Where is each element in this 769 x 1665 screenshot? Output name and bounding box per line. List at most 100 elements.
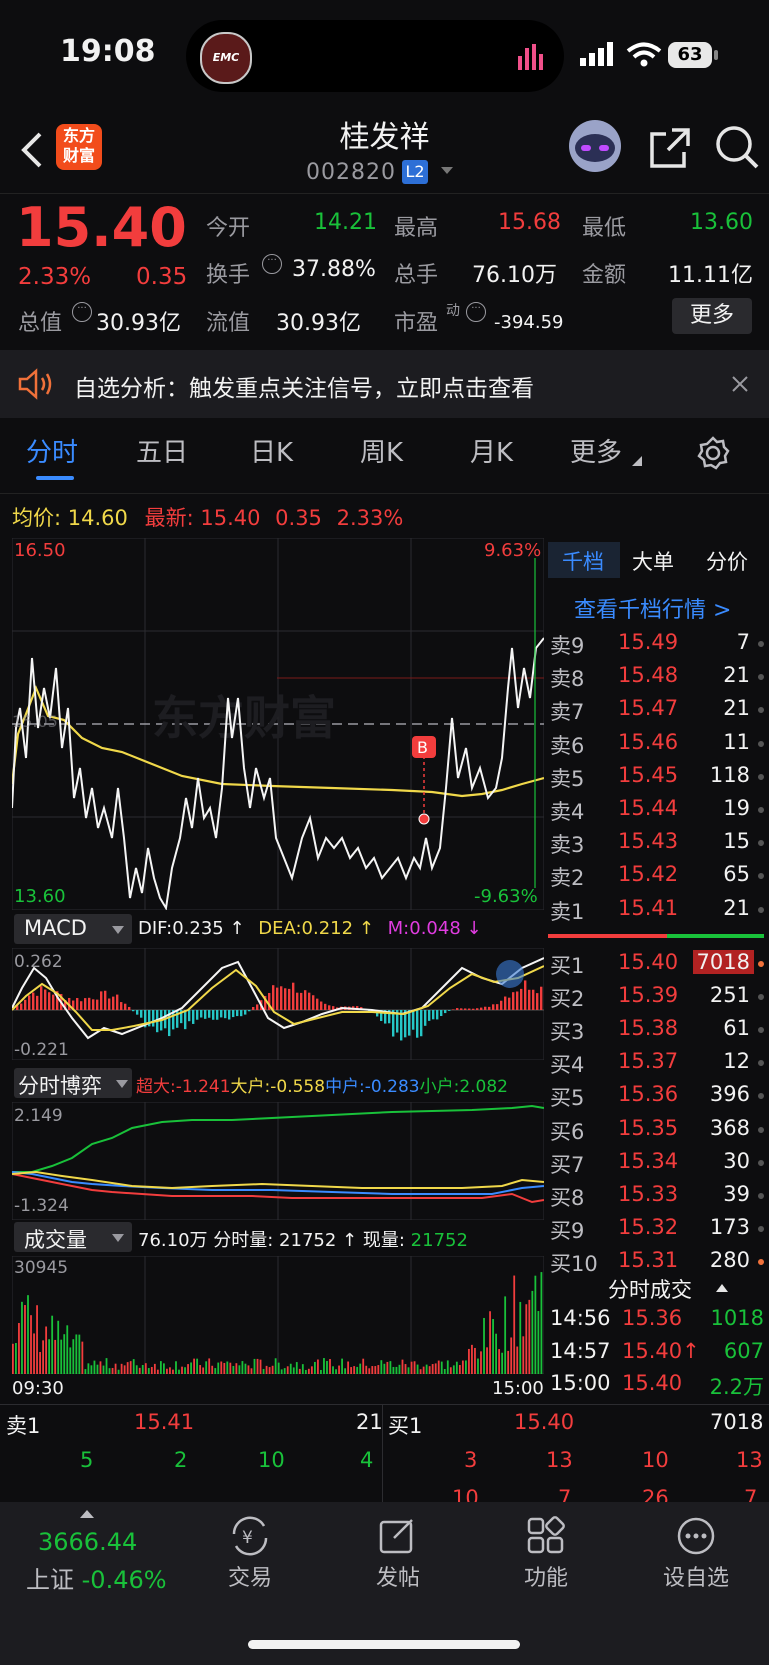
bid-level-label: 买3 — [550, 1020, 585, 1045]
volume-bar — [289, 1363, 292, 1374]
bid-row[interactable]: 买2 15.39 251 — [548, 983, 764, 1013]
axis-top-pct: 9.63% — [484, 540, 542, 561]
axis-bottom-pct: -9.63% — [474, 886, 538, 907]
tab-intraday[interactable]: 分时 — [26, 432, 78, 469]
signal-banner[interactable]: 自选分析：触发重点关注信号，立即点击查看 — [0, 350, 769, 418]
ask-price: 15.41 — [618, 895, 679, 920]
stock-code: 002820 — [306, 160, 396, 185]
ask-row[interactable]: 卖2 15.42 65 — [548, 862, 764, 892]
close-icon[interactable] — [732, 376, 748, 392]
fund-flow-chart[interactable] — [12, 1102, 544, 1220]
nav-post[interactable]: 发帖 — [338, 1560, 458, 1592]
post-icon[interactable] — [378, 1516, 418, 1556]
info-dots-icon[interactable]: ··· — [262, 254, 282, 274]
macd-bar — [116, 994, 119, 1010]
open-label: 今开 — [206, 216, 251, 241]
macd-chart[interactable] — [12, 948, 544, 1060]
macd-bar — [208, 1010, 211, 1018]
tab-five-day[interactable]: 五日 — [136, 432, 188, 469]
level-dot-icon — [758, 740, 764, 747]
volume-bar — [540, 1272, 543, 1374]
level2-badge[interactable]: L2 — [402, 160, 428, 184]
level-dot-icon — [758, 1225, 764, 1232]
bid-row[interactable]: 买8 15.33 39 — [548, 1182, 764, 1212]
macd-bar — [324, 1003, 327, 1010]
macd-bar — [252, 1007, 255, 1010]
latest-value: 15.40 — [200, 506, 261, 530]
volume-bar — [27, 1295, 29, 1374]
ticks-title[interactable]: 分时成交 — [608, 1274, 692, 1304]
ai-bubble-icon[interactable] — [496, 960, 524, 988]
info-dots-icon[interactable]: ··· — [466, 302, 486, 322]
macd-bar — [436, 1010, 439, 1020]
volume-bar — [117, 1369, 120, 1374]
more-button[interactable]: 更多 — [672, 298, 752, 334]
volume-bar — [159, 1361, 162, 1374]
volume-bar — [54, 1339, 57, 1374]
volume-bar — [419, 1369, 422, 1374]
bid-row[interactable]: 买7 15.34 30 — [548, 1149, 764, 1179]
ask-row[interactable]: 卖4 15.44 19 — [548, 796, 764, 826]
queue-ask-order: 2 — [174, 1448, 188, 1472]
volume-bar — [253, 1358, 256, 1374]
ask-row[interactable]: 卖5 15.45 118 — [548, 763, 764, 793]
info-dots-icon[interactable]: ··· — [72, 302, 92, 322]
orderbook-tab-bigorders[interactable]: 大单 — [632, 546, 674, 576]
volume-bar — [268, 1367, 271, 1374]
macd-selector[interactable]: MACD — [14, 914, 132, 944]
intraday-price-chart[interactable]: 东方财富 B — [12, 538, 544, 910]
volume-bar — [93, 1360, 96, 1374]
orderbook-tab-byprice[interactable]: 分价 — [706, 546, 748, 576]
game-selector[interactable]: 分时博弈 — [14, 1068, 132, 1098]
volume-bar — [138, 1367, 141, 1374]
volume-chart[interactable] — [12, 1256, 544, 1374]
volume-selector[interactable]: 成交量 — [14, 1222, 132, 1252]
ask-row[interactable]: 卖6 15.46 11 — [548, 730, 764, 760]
tab-more[interactable]: 更多 — [570, 432, 622, 469]
nav-functions[interactable]: 功能 — [486, 1560, 606, 1592]
ask-row[interactable]: 卖9 15.49 7 — [548, 630, 764, 660]
bid-row[interactable]: 买6 15.35 368 — [548, 1116, 764, 1146]
queue-bid-order: 13 — [546, 1448, 573, 1472]
bid-row[interactable]: 买1 15.40 7018 — [548, 950, 764, 980]
macd-m: M:0.048 ↓ — [387, 918, 482, 939]
depth-quotes-link[interactable]: 查看千档行情 > — [574, 592, 731, 624]
nav-trade[interactable]: 交易 — [190, 1560, 310, 1592]
ask-row[interactable]: 卖3 15.43 15 — [548, 829, 764, 859]
volume-bar — [510, 1337, 513, 1374]
trade-icon[interactable]: ¥ — [228, 1516, 272, 1556]
bid-row[interactable]: 买5 15.36 396 — [548, 1082, 764, 1112]
level-dot-icon — [758, 1093, 764, 1100]
bid-volume: 39 — [723, 1181, 750, 1206]
robot-assistant-icon[interactable] — [566, 118, 624, 174]
tick-row: 15:00 15.40 2.2万 — [548, 1371, 764, 1401]
tab-weekly-k[interactable]: 周K — [360, 432, 403, 469]
orderbook-tab-depth[interactable]: 千档 — [562, 546, 604, 576]
macd-bar — [280, 986, 283, 1010]
more-circle-icon[interactable] — [676, 1516, 716, 1556]
ask-row[interactable]: 卖1 15.41 21 — [548, 896, 764, 926]
search-icon[interactable] — [714, 124, 760, 170]
gear-icon[interactable] — [696, 436, 730, 470]
index-value[interactable]: 3666.44 — [38, 1528, 137, 1556]
bid-row[interactable]: 买4 15.37 12 — [548, 1049, 764, 1079]
tab-daily-k[interactable]: 日K — [250, 432, 293, 469]
apps-grid-icon[interactable] — [526, 1516, 566, 1556]
nav-add-watchlist[interactable]: 设自选 — [636, 1560, 756, 1592]
axis-mid-price: 15.05 — [12, 712, 58, 731]
level-dot-icon — [758, 1258, 764, 1265]
ask-price: 15.44 — [618, 796, 679, 820]
tab-monthly-k[interactable]: 月K — [470, 432, 513, 469]
bid-row[interactable]: 买3 15.38 61 — [548, 1016, 764, 1046]
volume-bar — [21, 1301, 23, 1374]
macd-bar — [244, 1010, 247, 1015]
ask-row[interactable]: 卖8 15.48 21 — [548, 663, 764, 693]
time-end: 15:00 — [492, 1378, 544, 1399]
app-logo-icon: EMC — [200, 32, 252, 84]
ask-row[interactable]: 卖7 15.47 21 — [548, 696, 764, 726]
change-amount: 0.35 — [136, 264, 188, 290]
share-icon[interactable] — [648, 126, 692, 170]
bid-row[interactable]: 买9 15.32 173 — [548, 1215, 764, 1245]
dropdown-caret-icon[interactable] — [440, 166, 454, 176]
index-summary[interactable]: 上证 -0.46% — [26, 1560, 167, 1595]
